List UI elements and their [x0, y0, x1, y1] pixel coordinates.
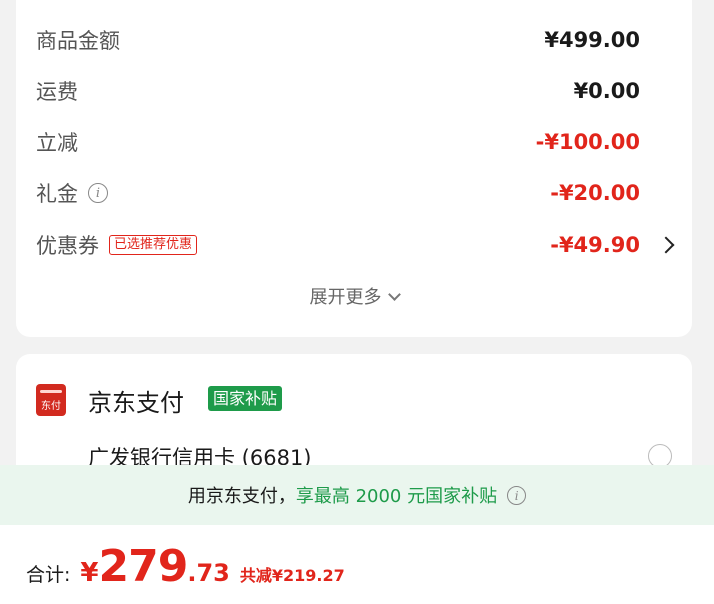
banner-prefix: 用京东支付， [187, 486, 296, 507]
row-instant-discount: 立减 -¥100.00 [36, 122, 640, 162]
total-decimal: .73 [187, 559, 230, 587]
info-icon[interactable]: i [507, 485, 527, 505]
chevron-right-icon[interactable] [657, 236, 675, 254]
coupon-label: 优惠券 [36, 234, 99, 258]
coupon-value: -¥49.90 [550, 233, 640, 257]
total-currency: ¥ [80, 558, 99, 588]
jd-pay-logo-icon: 东付 [36, 384, 66, 416]
price-summary-card: 商品金额 ¥499.00 运费 ¥0.00 立减 -¥100.00 礼金 i -… [16, 0, 692, 337]
chevron-down-icon [387, 288, 401, 301]
expand-more-label: 展开更多 [309, 287, 382, 308]
info-icon[interactable]: i [88, 183, 108, 203]
expand-more-button[interactable]: 展开更多 [16, 283, 692, 309]
row-goods-amount: 商品金额 ¥499.00 [36, 20, 640, 60]
gift-money-value: -¥20.00 [550, 181, 640, 205]
logo-stripe [40, 390, 62, 393]
total-wrap: 合计: ¥ 279 .73 共减¥219.27 [26, 541, 345, 592]
total-saved: 共减¥219.27 [239, 566, 345, 585]
row-coupon[interactable]: 优惠券 已选推荐优惠 -¥49.90 [36, 225, 675, 265]
instant-discount-value: -¥100.00 [535, 130, 640, 154]
total-label: 合计: [26, 564, 71, 586]
gift-money-label-wrap: 礼金 i [36, 178, 108, 208]
shipping-value: ¥0.00 [573, 79, 640, 103]
goods-amount-label: 商品金额 [36, 29, 120, 53]
logo-text: 东付 [41, 401, 61, 412]
recommended-discount-tag: 已选推荐优惠 [109, 235, 198, 255]
shipping-label: 运费 [36, 80, 78, 104]
banner-highlight: 享最高 2000 元国家补贴 [295, 486, 498, 507]
gift-money-label: 礼金 [36, 182, 78, 206]
total-integer: 279 [98, 541, 189, 592]
instant-discount-label: 立减 [36, 131, 78, 155]
row-shipping: 运费 ¥0.00 [36, 71, 640, 111]
checkout-total-bar: 合计: ¥ 279 .73 共减¥219.27 [0, 525, 714, 604]
coupon-label-wrap: 优惠券 已选推荐优惠 [36, 230, 198, 260]
row-gift-money: 礼金 i -¥20.00 [36, 173, 640, 213]
payment-title: 京东支付 [88, 389, 184, 417]
subsidy-banner[interactable]: 用京东支付， 享最高 2000 元国家补贴 i [0, 465, 714, 525]
goods-amount-value: ¥499.00 [544, 28, 640, 52]
national-subsidy-badge: 国家补贴 [208, 386, 283, 411]
